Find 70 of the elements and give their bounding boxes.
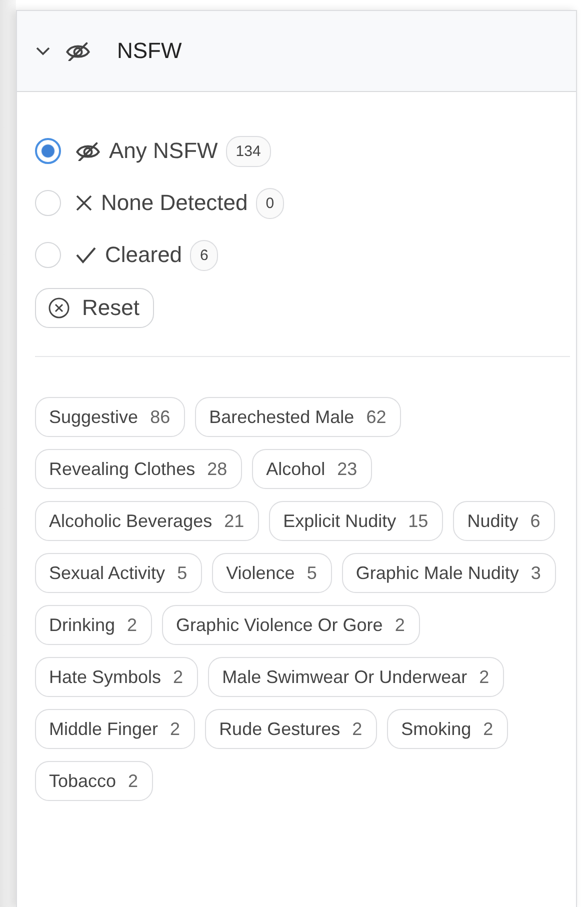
tag-count: 2	[352, 718, 362, 740]
tag-count: 2	[127, 614, 138, 636]
tag-count: 5	[177, 562, 188, 584]
eye-slash-icon	[65, 40, 91, 62]
tag-count: 2	[170, 718, 180, 740]
tag-chip[interactable]: Sexual Activity 5	[35, 553, 202, 593]
count-badge: 6	[190, 240, 218, 270]
tag-chip[interactable]: Violence 5	[212, 553, 332, 593]
tag-label: Nudity	[467, 510, 518, 532]
tag-label: Male Swimwear Or Underwear	[222, 666, 468, 688]
tag-label: Hate Symbols	[49, 666, 162, 688]
close-icon	[48, 297, 70, 319]
tag-chip[interactable]: Alcohol 23	[252, 449, 372, 489]
tag-chip[interactable]: Explicit Nudity 15	[269, 501, 444, 541]
tag-chip[interactable]: Middle Finger 2	[35, 709, 196, 749]
tag-count: 3	[530, 562, 541, 584]
tag-count: 2	[128, 770, 138, 792]
tag-count: 21	[224, 510, 244, 532]
tag-label: Sexual Activity	[49, 562, 166, 584]
tag-chip[interactable]: Drinking 2	[35, 605, 152, 645]
tag-chip[interactable]: Suggestive 86	[35, 397, 186, 437]
tag-chip[interactable]: Hate Symbols 2	[35, 657, 198, 697]
tag-label: Middle Finger	[49, 718, 158, 740]
reset-button[interactable]: Reset	[35, 288, 154, 328]
tag-label: Revealing Clothes	[49, 458, 196, 480]
x-icon	[75, 194, 93, 212]
tag-label: Graphic Male Nudity	[356, 562, 519, 584]
tag-label: Suggestive	[49, 406, 138, 428]
tag-label: Tobacco	[49, 770, 116, 792]
radio-button[interactable]	[35, 138, 61, 164]
tag-chip[interactable]: Alcoholic Beverages 21	[35, 501, 260, 541]
tag-label: Smoking	[401, 718, 472, 740]
tag-count: 5	[306, 562, 317, 584]
panel-title: NSFW	[117, 38, 182, 64]
tag-chip[interactable]: Male Swimwear Or Underwear 2	[208, 657, 504, 697]
tag-count: 62	[366, 406, 386, 428]
tag-label: Graphic Violence Or Gore	[176, 614, 383, 636]
option-label[interactable]: Cleared	[105, 242, 182, 268]
tag-count: 23	[337, 458, 358, 480]
tag-count: 2	[479, 666, 490, 688]
tag-chip[interactable]: Rude Gestures 2	[205, 709, 378, 749]
tag-label: Drinking	[49, 614, 116, 636]
tag-count: 6	[530, 510, 540, 532]
option-label[interactable]: None Detected	[101, 190, 248, 216]
option-label[interactable]: Any NSFW	[109, 138, 218, 164]
tag-chip[interactable]: Tobacco 2	[35, 761, 154, 801]
check-icon	[75, 246, 97, 264]
tag-label: Barechested Male	[209, 406, 354, 428]
tag-count: 2	[394, 614, 405, 636]
tag-chip[interactable]: Barechested Male 62	[195, 397, 402, 437]
tag-count: 2	[173, 666, 184, 688]
count-badge: 134	[226, 136, 271, 166]
count-badge: 0	[256, 188, 284, 218]
chevron-icon[interactable]	[35, 46, 51, 56]
panel-header[interactable]: NSFW	[17, 11, 576, 92]
tag-label: Alcohol	[266, 458, 326, 480]
tag-count: 28	[207, 458, 228, 480]
tag-count: 15	[408, 510, 428, 532]
tag-chip[interactable]: Graphic Male Nudity 3	[342, 553, 556, 593]
tag-label: Violence	[226, 562, 295, 584]
tag-chip[interactable]: Revealing Clothes 28	[35, 449, 242, 489]
tag-chip[interactable]: Graphic Violence Or Gore 2	[162, 605, 420, 645]
tag-chip[interactable]: Nudity 6	[453, 501, 556, 541]
tag-count: 2	[483, 718, 494, 740]
tag-label: Explicit Nudity	[283, 510, 396, 532]
eye-slash-icon	[75, 140, 101, 162]
tag-label: Alcoholic Beverages	[49, 510, 212, 532]
tag-chip[interactable]: Smoking 2	[387, 709, 508, 749]
tag-count: 86	[150, 406, 170, 428]
tag-label: Rude Gestures	[219, 718, 340, 740]
